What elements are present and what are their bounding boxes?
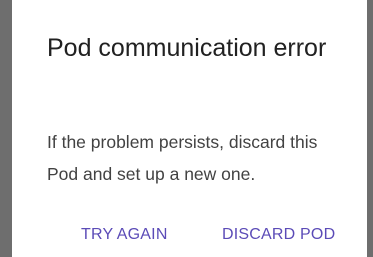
screen: Pod communication error If the problem p… xyxy=(0,0,373,257)
pod-error-dialog: Pod communication error If the problem p… xyxy=(12,0,367,257)
dialog-message: If the problem persists, discard this Po… xyxy=(47,132,318,184)
background-edge-right xyxy=(367,0,373,257)
dialog-title: Pod communication error xyxy=(47,34,327,62)
try-again-button[interactable]: TRY AGAIN xyxy=(81,220,168,250)
background-edge-left xyxy=(0,0,12,257)
discard-pod-button[interactable]: DISCARD POD xyxy=(222,220,335,250)
